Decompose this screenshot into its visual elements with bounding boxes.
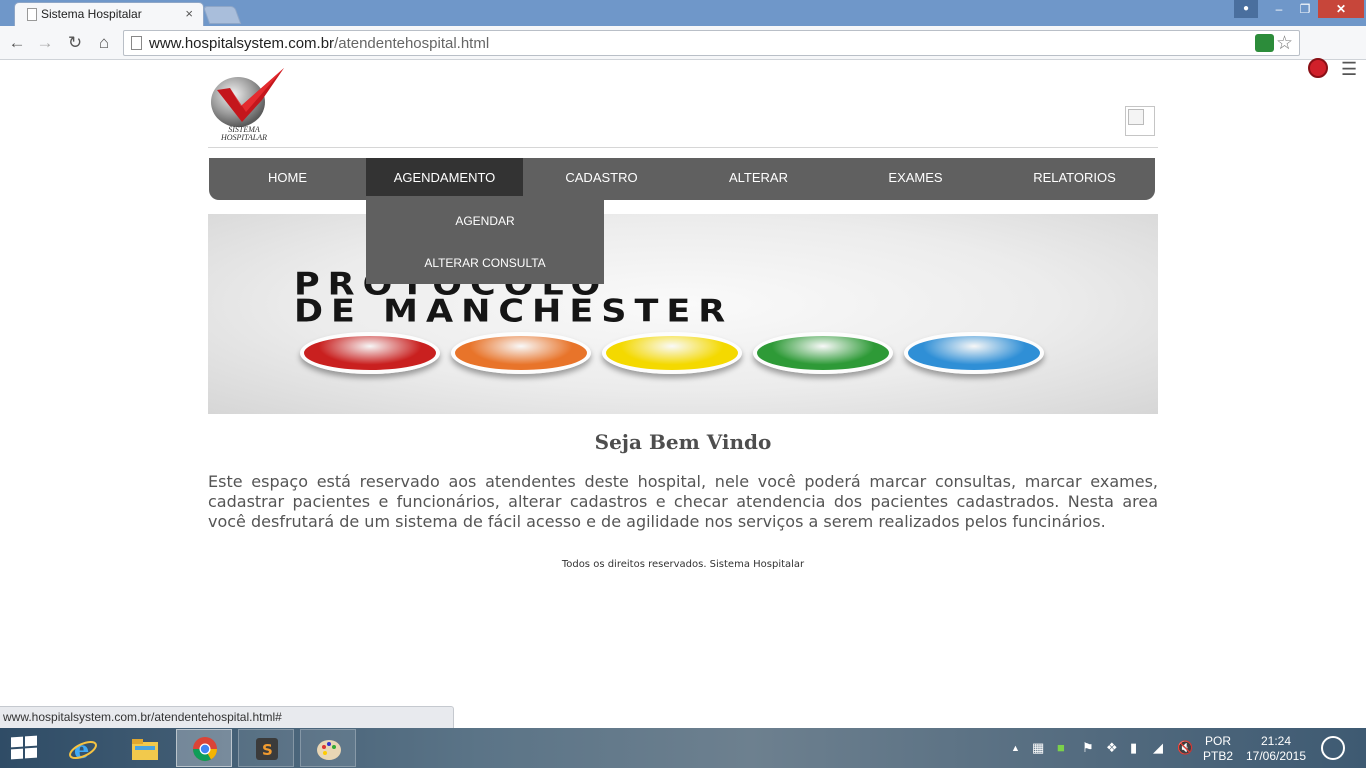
browser-menu-icon[interactable]: ☰ — [1341, 59, 1357, 80]
footer-text: Todos os direitos reservados. Sistema Ho… — [561, 559, 805, 570]
bookmark-star-icon[interactable]: ☆ — [1276, 32, 1293, 55]
url-host: www.hospitalsystem.com.br — [149, 35, 335, 52]
page-favicon-icon — [27, 8, 37, 21]
dropdown-item-alterar-consulta[interactable]: ALTERAR CONSULTA — [366, 242, 604, 284]
address-url[interactable]: www.hospitalsystem.com.br/atendentehospi… — [149, 35, 489, 52]
intro-text: Este espaço está reservado aos atendente… — [208, 472, 1158, 531]
tab-title: Sistema Hospitalar — [41, 7, 142, 21]
home-icon[interactable]: ⌂ — [93, 32, 115, 54]
banner-title-line2: DE MANCHESTER — [294, 293, 734, 330]
keyboard-layout: PTB2 — [1202, 749, 1233, 763]
blue-light-icon — [904, 332, 1044, 374]
taskbar-sublime[interactable]: S — [238, 729, 294, 767]
nav-item-alterar[interactable]: ALTERAR — [680, 158, 837, 196]
folder-icon — [132, 739, 158, 760]
svg-text:S: S — [262, 741, 273, 759]
logo-text: SISTEMA HOSPITALAR — [214, 126, 274, 142]
browser-toolbar: ← → ↻ ⌂ www.hospitalsystem.com.br/atende… — [0, 26, 1366, 79]
signal-icon[interactable]: ◢ — [1153, 740, 1163, 756]
taskbar-explorer[interactable] — [116, 729, 172, 767]
orange-light-icon — [451, 332, 591, 374]
power-icon[interactable]: ▮ — [1130, 740, 1137, 756]
address-bar[interactable]: www.hospitalsystem.com.br/atendentehospi… — [123, 30, 1300, 56]
nav-item-relatorios[interactable]: RELATORIOS — [994, 158, 1155, 196]
user-profile-icon[interactable]: ● — [1234, 0, 1258, 18]
welcome-title: Seja Bem Vindo — [594, 430, 772, 454]
adblock-stop-icon[interactable] — [1308, 58, 1328, 78]
restore-button[interactable]: ❐ — [1292, 0, 1318, 18]
site-logo[interactable]: SISTEMA HOSPITALAR — [208, 64, 290, 144]
clock-date: 17/06/2015 — [1245, 749, 1307, 763]
windows-taskbar: e S ▲ ▦ ■ ⚑ ❖ ▮ ◢ 🔇 POR PTB2 21:24 17/06… — [0, 728, 1366, 768]
browser-tab-active[interactable]: Sistema Hospitalar × — [14, 2, 204, 26]
nav-item-agendamento[interactable]: AGENDAMENTO — [366, 158, 523, 196]
link-status-bubble: www.hospitalsystem.com.br/atendentehospi… — [0, 706, 454, 728]
new-tab-button[interactable] — [202, 6, 242, 24]
sublime-text-icon: S — [256, 738, 278, 760]
green-light-icon — [753, 332, 893, 374]
taskbar-ie[interactable]: e — [54, 729, 110, 767]
nav-item-cadastro[interactable]: CADASTRO — [523, 158, 680, 196]
internet-explorer-icon: e — [69, 736, 97, 762]
nav-item-exames[interactable]: EXAMES — [837, 158, 994, 196]
extension-shield-icon[interactable] — [1255, 34, 1274, 52]
flag-icon[interactable]: ⚑ — [1082, 740, 1094, 756]
page-icon — [131, 36, 142, 50]
broken-image-icon — [1125, 106, 1155, 136]
manchester-protocol-banner: PROTOCOLO DE MANCHESTER — [208, 214, 1158, 414]
main-navigation: HOME AGENDAMENTO CADASTRO ALTERAR EXAMES… — [209, 158, 1155, 200]
tab-close-icon[interactable]: × — [185, 6, 193, 21]
url-path: /atendentehospital.html — [334, 35, 490, 52]
back-arrow-icon[interactable]: ← — [6, 32, 28, 54]
header-divider — [208, 147, 1158, 148]
reload-icon[interactable]: ↻ — [64, 32, 86, 54]
taskbar-paint[interactable] — [300, 729, 356, 767]
dropbox-icon[interactable]: ❖ — [1106, 740, 1118, 756]
windows-start-icon[interactable] — [11, 735, 39, 760]
tray-overflow-icon[interactable]: ▲ — [1011, 743, 1020, 753]
minimize-button[interactable]: – — [1266, 0, 1292, 18]
red-light-icon — [300, 332, 440, 374]
paint-palette-icon — [317, 740, 341, 760]
action-center-icon[interactable]: ▦ — [1032, 740, 1044, 756]
window-close-button[interactable]: ✕ — [1318, 0, 1364, 18]
dropdown-item-agendar[interactable]: AGENDAR — [366, 200, 604, 242]
chrome-icon — [193, 737, 217, 762]
brightness-sun-icon[interactable] — [1321, 736, 1345, 760]
nvidia-icon[interactable]: ■ — [1057, 740, 1065, 755]
forward-arrow-icon[interactable]: → — [34, 32, 56, 54]
logo-text-line2: HOSPITALAR — [220, 133, 268, 142]
browser-titlebar: Sistema Hospitalar × ● – ❐ ✕ — [0, 0, 1366, 26]
nav-item-home[interactable]: HOME — [209, 158, 366, 196]
language-code: POR — [1204, 734, 1231, 748]
input-language[interactable]: POR PTB2 — [1198, 734, 1238, 764]
agendamento-dropdown: AGENDAR ALTERAR CONSULTA — [366, 200, 604, 284]
speaker-muted-icon[interactable]: 🔇 — [1177, 740, 1193, 756]
clock[interactable]: 21:24 17/06/2015 — [1240, 734, 1312, 764]
clock-time: 21:24 — [1260, 734, 1292, 748]
taskbar-chrome[interactable] — [176, 729, 232, 767]
yellow-light-icon — [602, 332, 742, 374]
